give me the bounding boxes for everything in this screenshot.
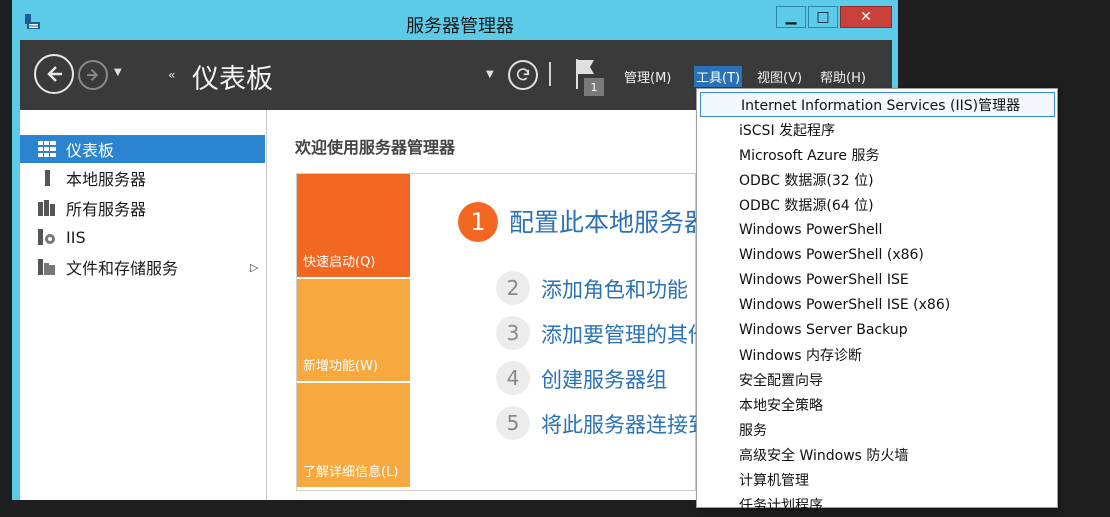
- step-link-add-roles[interactable]: 添加角色和功能: [541, 274, 688, 304]
- sidebar-item-label: IIS: [66, 227, 86, 247]
- expand-arrow-icon[interactable]: ▷: [250, 261, 258, 274]
- sidebar-item-all-servers[interactable]: 所有服务器: [20, 194, 265, 222]
- step-number-badge: 2: [496, 271, 530, 305]
- refresh-button[interactable]: [508, 60, 538, 90]
- menu-item-odbc64[interactable]: ODBC 数据源(64 位): [698, 192, 1056, 217]
- sidebar: 仪表板 本地服务器 所有服务器 IIS 文件和存储服务 ▷: [20, 110, 266, 500]
- step-link-configure-local-server[interactable]: 配置此本地服务器: [509, 203, 709, 239]
- refresh-icon: [516, 68, 530, 81]
- maximize-icon: □: [816, 9, 830, 25]
- breadcrumb-arrows-icon: ‹‹: [168, 68, 175, 82]
- step-number-badge: 5: [496, 406, 530, 440]
- quick-start-panel: 快速启动(Q) 新增功能(W) 了解详细信息(L) 1 配置此本地服务器 2 添…: [296, 173, 772, 491]
- chevron-down-icon: ▼: [486, 69, 494, 80]
- toolbar-separator: [549, 62, 551, 86]
- menu-item-computer-management[interactable]: 计算机管理: [698, 467, 1056, 492]
- menu-manage[interactable]: 管理(M): [622, 66, 673, 87]
- tile-label: 快速启动(Q): [303, 255, 376, 270]
- window-title: 服务器管理器: [406, 16, 514, 37]
- history-dropdown[interactable]: ▼: [114, 67, 122, 78]
- minimize-button[interactable]: ▁: [776, 6, 806, 28]
- all-servers-icon: [38, 200, 55, 216]
- step-number-badge: 4: [496, 361, 530, 395]
- tools-dropdown-menu: Internet Information Services (IIS)管理器 i…: [696, 88, 1058, 514]
- menu-item-iscsi[interactable]: iSCSI 发起程序: [698, 117, 1056, 142]
- step-number-badge: 3: [496, 316, 530, 350]
- sidebar-item-iis[interactable]: IIS: [20, 223, 265, 251]
- menu-item-powershell-ise[interactable]: Windows PowerShell ISE: [698, 267, 1056, 292]
- title-bar[interactable]: 服务器管理器 ▁ □ ✕: [20, 6, 892, 38]
- file-storage-icon: [38, 259, 55, 275]
- menu-item-powershell[interactable]: Windows PowerShell: [698, 217, 1056, 242]
- dashboard-grid-icon: [38, 141, 56, 157]
- step-link-create-group[interactable]: 创建服务器组: [541, 364, 667, 394]
- sidebar-item-label: 本地服务器: [66, 170, 147, 189]
- menu-item-server-backup[interactable]: Windows Server Backup: [698, 317, 1056, 342]
- arrow-left-icon: [47, 66, 62, 82]
- tile-label: 了解详细信息(L): [303, 465, 399, 480]
- breadcrumb-title: 仪表板: [192, 64, 273, 95]
- menu-item-firewall[interactable]: 高级安全 Windows 防火墙: [698, 442, 1056, 467]
- back-button[interactable]: [34, 54, 74, 94]
- menu-item-task-scheduler[interactable]: 任务计划程序: [698, 492, 1056, 517]
- menu-view[interactable]: 视图(V): [755, 66, 804, 87]
- notification-count-badge: 1: [584, 78, 604, 96]
- sidebar-item-label: 文件和存储服务: [66, 259, 179, 278]
- menu-tools[interactable]: 工具(T): [694, 66, 743, 87]
- menu-item-services[interactable]: 服务: [698, 417, 1056, 442]
- local-server-icon: [45, 170, 50, 186]
- step-number-badge: 1: [458, 202, 498, 242]
- sidebar-item-label: 所有服务器: [66, 200, 147, 219]
- sidebar-item-label: 仪表板: [66, 141, 115, 160]
- chevron-down-icon: ▼: [114, 67, 122, 78]
- menu-item-iis-manager[interactable]: Internet Information Services (IIS)管理器: [700, 92, 1055, 117]
- menu-item-odbc32[interactable]: ODBC 数据源(32 位): [698, 167, 1056, 192]
- menu-help[interactable]: 帮助(H): [818, 66, 868, 87]
- welcome-heading: 欢迎使用服务器管理器: [295, 138, 456, 157]
- sidebar-item-local-server[interactable]: 本地服务器: [20, 164, 265, 192]
- sidebar-item-dashboard[interactable]: 仪表板: [20, 135, 265, 163]
- refresh-dropdown[interactable]: ▼: [486, 69, 494, 80]
- arrow-right-icon: [87, 69, 99, 81]
- tile-learn-more[interactable]: 了解详细信息(L): [297, 383, 410, 487]
- sidebar-item-file-storage[interactable]: 文件和存储服务 ▷: [20, 253, 265, 281]
- maximize-button[interactable]: □: [808, 6, 838, 28]
- menu-item-powershell-x86[interactable]: Windows PowerShell (x86): [698, 242, 1056, 267]
- menu-item-powershell-ise-x86[interactable]: Windows PowerShell ISE (x86): [698, 292, 1056, 317]
- tile-whats-new[interactable]: 新增功能(W): [297, 279, 410, 381]
- iis-icon: [38, 229, 55, 245]
- menu-item-local-security-policy[interactable]: 本地安全策略: [698, 392, 1056, 417]
- tile-label: 新增功能(W): [303, 359, 378, 374]
- menu-item-azure[interactable]: Microsoft Azure 服务: [698, 142, 1056, 167]
- menu-item-memory-diagnostic[interactable]: Windows 内存诊断: [698, 342, 1056, 367]
- minimize-icon: ▁: [785, 9, 797, 25]
- forward-button[interactable]: [78, 60, 108, 90]
- close-icon: ✕: [860, 9, 872, 25]
- tile-quick-start[interactable]: 快速启动(Q): [297, 174, 410, 277]
- close-button[interactable]: ✕: [840, 6, 892, 28]
- menu-item-security-wizard[interactable]: 安全配置向导: [698, 367, 1056, 392]
